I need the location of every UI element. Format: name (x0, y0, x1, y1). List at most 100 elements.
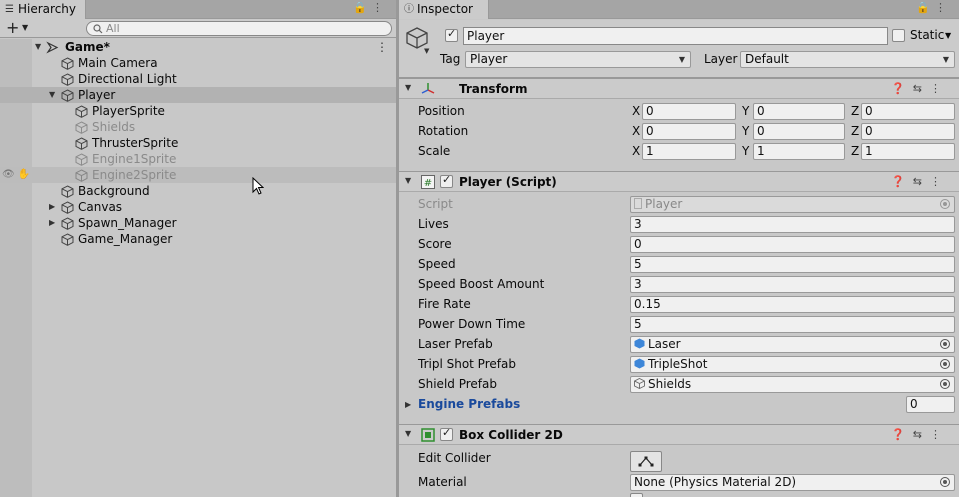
chevron-down-icon[interactable]: ▼ (945, 31, 951, 40)
object-picker-icon[interactable] (940, 339, 950, 349)
rotation-z-field[interactable]: 0 (861, 123, 955, 140)
foldout-expanded-icon[interactable]: ▼ (405, 176, 411, 185)
object-picker-icon[interactable] (940, 359, 950, 369)
script-enabled-checkbox[interactable] (440, 173, 453, 188)
axis-y-label: Y (742, 104, 750, 118)
chevron-down-icon[interactable]: ▼ (424, 47, 429, 55)
hierarchy-item-label: Spawn_Manager (78, 216, 177, 230)
laser-prefab-label: Laser Prefab (418, 337, 493, 351)
hierarchy-tab[interactable]: ☰ Hierarchy (0, 0, 86, 19)
scene-row[interactable]: ▼ Game* ⋮ (0, 39, 396, 55)
cube-icon (75, 121, 88, 134)
visibility-eye-icon[interactable]: 👁 ✋ (2, 167, 30, 183)
static-checkbox[interactable] (892, 29, 905, 42)
tag-value: Player (470, 52, 508, 66)
foldout-expanded-icon[interactable]: ▼ (49, 87, 55, 103)
speed-boost-field[interactable]: 3 (630, 276, 955, 293)
cube-icon (61, 185, 74, 198)
scale-z-field[interactable]: 1 (861, 143, 955, 160)
score-field[interactable]: 0 (630, 236, 955, 253)
foldout-expanded-icon[interactable]: ▼ (405, 429, 411, 438)
hierarchy-item-background[interactable]: Background (0, 183, 396, 199)
rotation-x-field[interactable]: 0 (642, 123, 736, 140)
power-down-field[interactable]: 5 (630, 316, 955, 333)
hierarchy-search[interactable] (86, 21, 392, 36)
tripl-shot-field[interactable]: TripleShot (630, 356, 955, 373)
fire-rate-field[interactable]: 0.15 (630, 296, 955, 313)
position-label: Position (418, 104, 465, 118)
help-settings-menu-icons[interactable]: ❓⇆⋮ (891, 82, 949, 95)
rotation-y-field[interactable]: 0 (753, 123, 845, 140)
object-picker-icon[interactable] (940, 477, 950, 487)
script-field: Player (630, 196, 955, 213)
inspector-tabbar: ⓘ Inspector 🔒⋮ (399, 0, 959, 19)
hierarchy-item-player[interactable]: ▼ Player (0, 87, 396, 103)
object-picker-icon (940, 199, 950, 209)
player-script-title: Player (Script) (459, 175, 557, 189)
foldout-collapsed-icon[interactable]: ▶ (49, 215, 55, 231)
foldout-collapsed-icon[interactable]: ▶ (405, 400, 411, 409)
position-y-field[interactable]: 0 (753, 103, 845, 120)
foldout-expanded-icon[interactable]: ▼ (35, 39, 41, 55)
hierarchy-item-label: Engine1Sprite (92, 152, 177, 166)
scene-label: Game* (65, 40, 110, 54)
material-label: Material (418, 475, 467, 489)
cube-icon (61, 73, 74, 86)
object-picker-icon[interactable] (940, 379, 950, 389)
add-object-button[interactable]: + (6, 19, 19, 36)
hierarchy-item-main-camera[interactable]: Main Camera (0, 55, 396, 71)
box-collider-icon (421, 428, 435, 442)
foldout-expanded-icon[interactable]: ▼ (405, 83, 411, 92)
engine-prefabs-size-field[interactable]: 0 (906, 396, 955, 413)
lock-and-menu-icons[interactable]: 🔒⋮ (353, 1, 388, 14)
hierarchy-item-playersprite[interactable]: PlayerSprite (0, 103, 396, 119)
hierarchy-item-thrustersprite[interactable]: ThrusterSprite (0, 135, 396, 151)
lock-and-menu-icons[interactable]: 🔒⋮ (916, 1, 951, 14)
collider-enabled-checkbox[interactable] (440, 426, 453, 441)
prefab-cube-icon (634, 358, 645, 369)
material-field[interactable]: None (Physics Material 2D) (630, 474, 955, 491)
transform-header[interactable]: ▼ Transform ❓⇆⋮ (399, 78, 959, 99)
laser-prefab-field[interactable]: Laser (630, 336, 955, 353)
layer-dropdown[interactable]: Default ▼ (740, 51, 955, 68)
object-name-field[interactable] (463, 27, 888, 45)
hierarchy-tabbar: ☰ Hierarchy 🔒⋮ (0, 0, 396, 19)
hierarchy-item-shields[interactable]: Shields (0, 119, 396, 135)
is-trigger-checkbox[interactable] (630, 493, 643, 497)
hierarchy-item-engine1sprite[interactable]: Engine1Sprite (0, 151, 396, 167)
hierarchy-item-spawn-manager[interactable]: ▶ Spawn_Manager (0, 215, 396, 231)
inspector-tab[interactable]: ⓘ Inspector (399, 0, 489, 19)
cube-icon (75, 105, 88, 118)
box-collider-header[interactable]: ▼ Box Collider 2D ❓⇆⋮ (399, 424, 959, 445)
mouse-cursor-icon (252, 177, 264, 195)
scale-x-field[interactable]: 1 (642, 143, 736, 160)
edit-collider-button[interactable] (630, 451, 662, 472)
chevron-down-icon[interactable]: ▼ (22, 23, 28, 32)
box-collider-title: Box Collider 2D (459, 428, 563, 442)
cube-icon (61, 217, 74, 230)
search-input[interactable] (106, 22, 386, 35)
hierarchy-item-label: Engine2Sprite (92, 168, 177, 182)
scene-menu-icon[interactable]: ⋮ (376, 39, 388, 55)
speed-field[interactable]: 5 (630, 256, 955, 273)
hierarchy-item-engine2sprite[interactable]: 👁 ✋ Engine2Sprite (0, 167, 396, 183)
speed-label: Speed (418, 257, 456, 271)
player-script-header[interactable]: ▼ # Player (Script) ❓⇆⋮ (399, 171, 959, 192)
help-settings-menu-icons[interactable]: ❓⇆⋮ (891, 175, 949, 188)
position-x-field[interactable]: 0 (642, 103, 736, 120)
foldout-collapsed-icon[interactable]: ▶ (49, 199, 55, 215)
position-z-field[interactable]: 0 (861, 103, 955, 120)
scale-y-field[interactable]: 1 (753, 143, 845, 160)
tag-dropdown[interactable]: Player ▼ (465, 51, 691, 68)
hierarchy-item-directional-light[interactable]: Directional Light (0, 71, 396, 87)
hierarchy-item-game-manager[interactable]: Game_Manager (0, 231, 396, 247)
cube-icon (75, 169, 88, 182)
lives-field[interactable]: 3 (630, 216, 955, 233)
axis-y-label: Y (742, 144, 750, 158)
help-settings-menu-icons[interactable]: ❓⇆⋮ (891, 428, 949, 441)
active-checkbox[interactable] (445, 27, 458, 42)
engine-prefabs-label[interactable]: Engine Prefabs (418, 397, 520, 411)
shield-prefab-field[interactable]: Shields (630, 376, 955, 393)
layer-label: Layer (704, 52, 738, 66)
hierarchy-item-canvas[interactable]: ▶ Canvas (0, 199, 396, 215)
